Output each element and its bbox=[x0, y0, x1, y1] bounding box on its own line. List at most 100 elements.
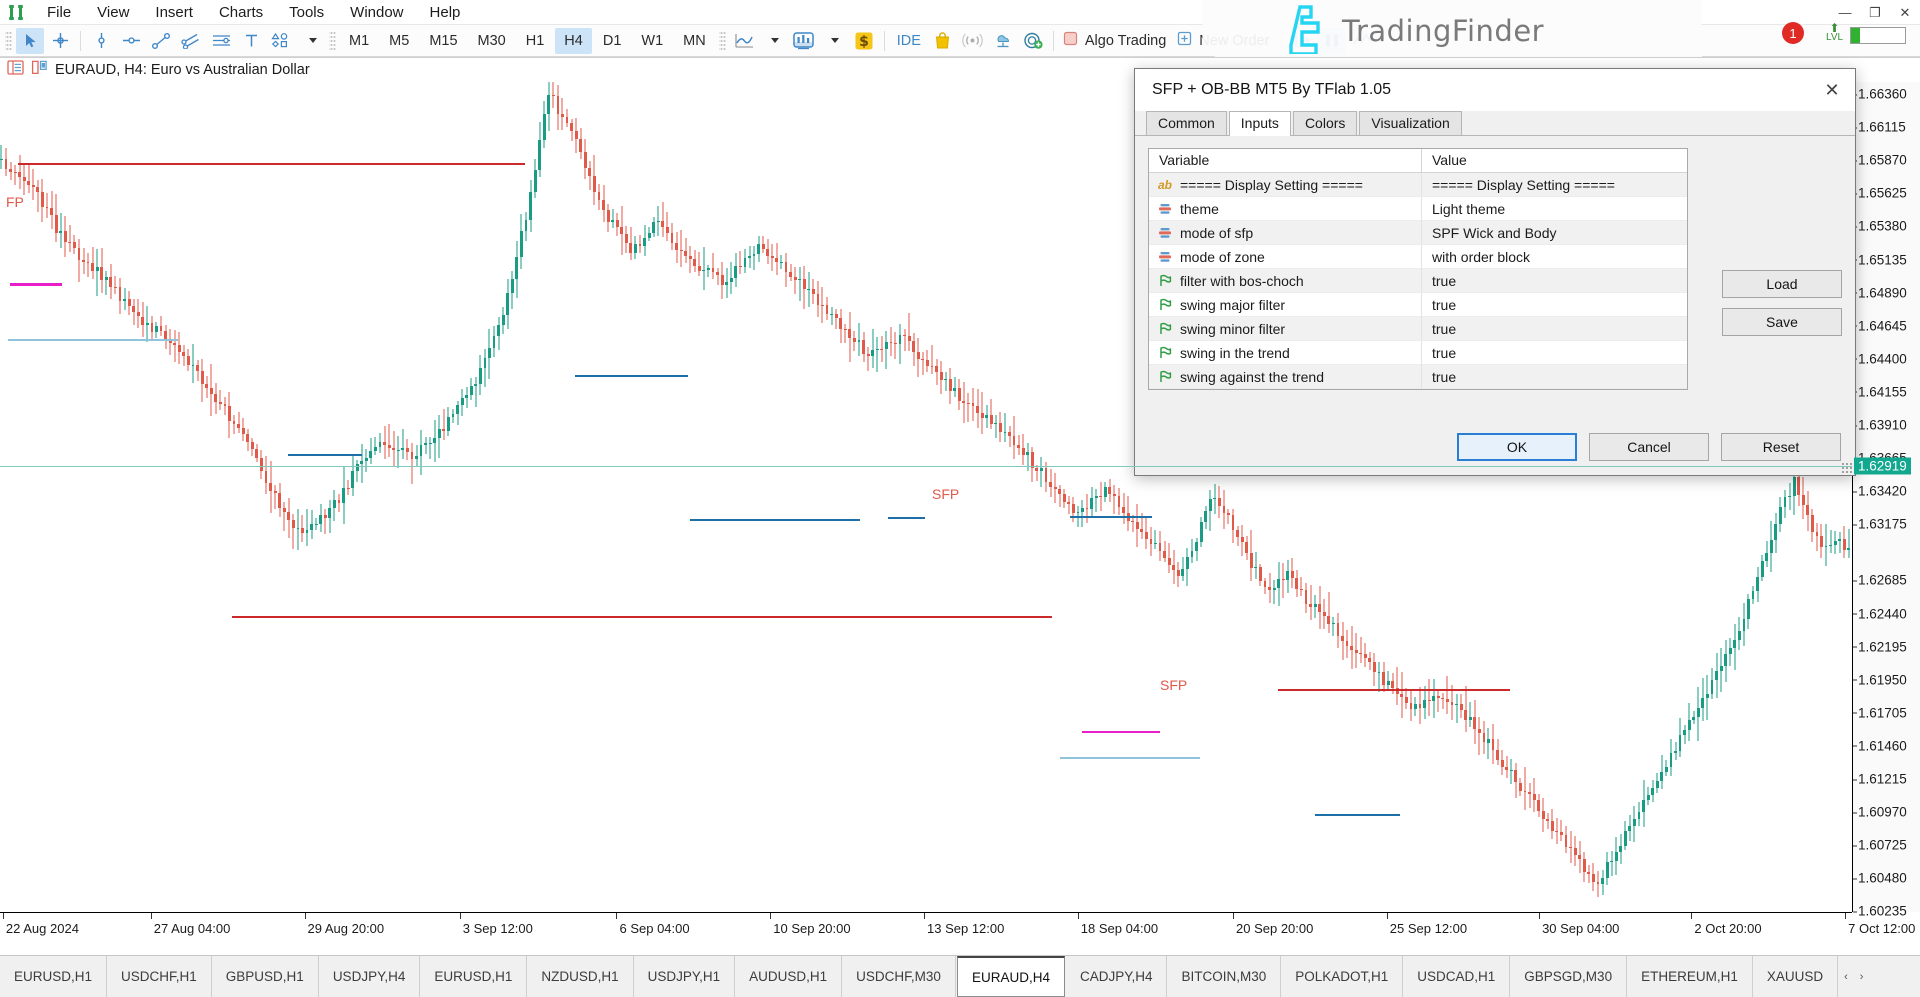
symbol-tab[interactable]: GBPSGD,M30 bbox=[1510, 956, 1627, 997]
dollar-icon[interactable]: $ bbox=[850, 28, 878, 54]
symbol-tab[interactable]: USDJPY,H1 bbox=[634, 956, 736, 997]
horizontal-line-icon[interactable] bbox=[117, 28, 145, 54]
ide-icon[interactable]: IDE bbox=[891, 28, 927, 54]
toolbar-grip-3[interactable] bbox=[719, 30, 726, 52]
tab-common[interactable]: Common bbox=[1146, 111, 1227, 135]
table-row[interactable]: swing in the trendtrue bbox=[1149, 341, 1687, 365]
menu-item-window[interactable]: Window bbox=[337, 0, 416, 25]
channel-icon[interactable] bbox=[177, 28, 205, 54]
menu-item-view[interactable]: View bbox=[84, 0, 142, 25]
candlestick-dropdown-icon[interactable] bbox=[820, 28, 848, 54]
cancel-button[interactable]: Cancel bbox=[1589, 433, 1709, 461]
symbol-tab[interactable]: GBPUSD,H1 bbox=[212, 956, 319, 997]
table-row[interactable]: themeLight theme bbox=[1149, 197, 1687, 221]
symbol-tab[interactable]: NZDUSD,H1 bbox=[527, 956, 633, 997]
menu-item-insert[interactable]: Insert bbox=[142, 0, 206, 25]
symbol-tab[interactable]: USDCHF,M30 bbox=[842, 956, 956, 997]
time-axis[interactable]: 22 Aug 202427 Aug 04:0029 Aug 20:003 Sep… bbox=[0, 912, 1852, 956]
vps-icon[interactable] bbox=[989, 28, 1017, 54]
menu-item-file[interactable]: File bbox=[34, 0, 84, 25]
timeframe-w1[interactable]: W1 bbox=[632, 28, 672, 54]
save-button[interactable]: Save bbox=[1722, 308, 1842, 336]
reset-button[interactable]: Reset bbox=[1721, 433, 1841, 461]
toolbar-grip[interactable] bbox=[5, 30, 12, 52]
symbol-tab[interactable]: XAUUSD bbox=[1753, 956, 1838, 997]
symbol-tab[interactable]: CADJPY,H4 bbox=[1066, 956, 1168, 997]
row-value-cell[interactable]: true bbox=[1421, 269, 1687, 292]
dialog-close-icon[interactable]: ✕ bbox=[1815, 75, 1849, 105]
line-chart-icon[interactable] bbox=[730, 28, 758, 54]
row-value-cell[interactable]: ===== Display Setting ===== bbox=[1421, 173, 1687, 196]
signals-icon[interactable] bbox=[959, 28, 987, 54]
row-value-cell[interactable]: true bbox=[1421, 317, 1687, 340]
timeframe-h1[interactable]: H1 bbox=[517, 28, 554, 54]
shapes-dropdown-icon[interactable] bbox=[297, 28, 325, 54]
row-value-cell[interactable]: with order block bbox=[1421, 245, 1687, 268]
table-row[interactable]: mode of zonewith order block bbox=[1149, 245, 1687, 269]
table-row[interactable]: ab===== Display Setting ========== Displ… bbox=[1149, 173, 1687, 197]
shapes-icon[interactable] bbox=[267, 28, 295, 54]
close-icon[interactable]: ✕ bbox=[1890, 0, 1920, 25]
row-value-cell[interactable]: true bbox=[1421, 293, 1687, 316]
tab-inputs[interactable]: Inputs bbox=[1229, 111, 1291, 136]
timeframe-m15[interactable]: M15 bbox=[420, 28, 466, 54]
tab-colors[interactable]: Colors bbox=[1293, 111, 1357, 135]
timeframe-m1[interactable]: M1 bbox=[340, 28, 378, 54]
chart-shift-icon[interactable] bbox=[1318, 28, 1346, 54]
timeframe-mn[interactable]: MN bbox=[674, 28, 715, 54]
symbol-tabs-next[interactable]: › bbox=[1854, 956, 1870, 997]
symbol-tab[interactable]: AUDUSD,H1 bbox=[735, 956, 842, 997]
symbol-tab[interactable]: USDCHF,H1 bbox=[107, 956, 212, 997]
price-axis[interactable]: 1.663601.661151.658701.656251.653801.651… bbox=[1852, 82, 1920, 912]
market-icon[interactable] bbox=[929, 28, 957, 54]
symbol-tab[interactable]: POLKADOT,H1 bbox=[1281, 956, 1403, 997]
algo-trading-button[interactable]: Algo Trading bbox=[1059, 28, 1173, 54]
symbol-tab[interactable]: EURUSD,H1 bbox=[0, 956, 107, 997]
table-row[interactable]: mode of sfpSPF Wick and Body bbox=[1149, 221, 1687, 245]
symbol-tab[interactable]: BITCOIN,M30 bbox=[1167, 956, 1281, 997]
dialog-resize-grip[interactable] bbox=[1841, 462, 1852, 473]
menu-item-charts[interactable]: Charts bbox=[206, 0, 276, 25]
text-icon[interactable] bbox=[237, 28, 265, 54]
symbol-tabs-prev[interactable]: ‹ bbox=[1838, 956, 1854, 997]
timeframe-m30[interactable]: M30 bbox=[469, 28, 515, 54]
trendline-icon[interactable] bbox=[147, 28, 175, 54]
symbol-tab[interactable]: USDJPY,H4 bbox=[319, 956, 421, 997]
maximize-icon[interactable]: ❐ bbox=[1860, 0, 1890, 25]
symbol-tab[interactable]: ETHEREUM,H1 bbox=[1627, 956, 1753, 997]
symbol-tab[interactable]: EURUSD,H1 bbox=[420, 956, 527, 997]
notification-badge[interactable]: 1 bbox=[1782, 22, 1804, 44]
load-button[interactable]: Load bbox=[1722, 270, 1842, 298]
indicators-icon[interactable] bbox=[1348, 28, 1376, 54]
cursor-icon[interactable] bbox=[16, 28, 44, 54]
inputs-table[interactable]: Variable Value ab===== Display Setting =… bbox=[1148, 148, 1688, 390]
copy-signal-icon[interactable] bbox=[1019, 28, 1047, 54]
data-window-icon[interactable] bbox=[7, 60, 24, 80]
autoscroll-icon[interactable] bbox=[1288, 28, 1316, 54]
menu-item-tools[interactable]: Tools bbox=[276, 0, 337, 25]
toolbar-grip-2[interactable] bbox=[329, 30, 336, 52]
table-row[interactable]: swing major filtertrue bbox=[1149, 293, 1687, 317]
table-row[interactable]: filter with bos-chochtrue bbox=[1149, 269, 1687, 293]
candlestick-chart-icon[interactable] bbox=[790, 28, 818, 54]
tab-visualization[interactable]: Visualization bbox=[1359, 111, 1461, 135]
symbol-tab[interactable]: USDCAD,H1 bbox=[1403, 956, 1510, 997]
chart-mode-icon[interactable] bbox=[31, 60, 48, 80]
timeframe-m5[interactable]: M5 bbox=[380, 28, 418, 54]
timeframe-d1[interactable]: D1 bbox=[594, 28, 631, 54]
row-value-cell[interactable]: Light theme bbox=[1421, 197, 1687, 220]
timeframe-h4[interactable]: H4 bbox=[555, 28, 592, 54]
menu-item-help[interactable]: Help bbox=[417, 0, 474, 25]
row-value-cell[interactable]: true bbox=[1421, 365, 1687, 388]
symbol-tab-active[interactable]: EURAUD,H4 bbox=[957, 956, 1065, 997]
row-value-cell[interactable]: SPF Wick and Body bbox=[1421, 221, 1687, 244]
line-chart-dropdown-icon[interactable] bbox=[760, 28, 788, 54]
table-row[interactable]: swing minor filtertrue bbox=[1149, 317, 1687, 341]
vertical-line-icon[interactable] bbox=[87, 28, 115, 54]
row-value-cell[interactable]: true bbox=[1421, 341, 1687, 364]
crosshair-icon[interactable] bbox=[46, 28, 74, 54]
fibonacci-icon[interactable] bbox=[207, 28, 235, 54]
table-row[interactable]: swing against the trendtrue bbox=[1149, 365, 1687, 389]
ok-button[interactable]: OK bbox=[1457, 433, 1577, 461]
new-order-button[interactable]: New Order bbox=[1173, 28, 1276, 54]
